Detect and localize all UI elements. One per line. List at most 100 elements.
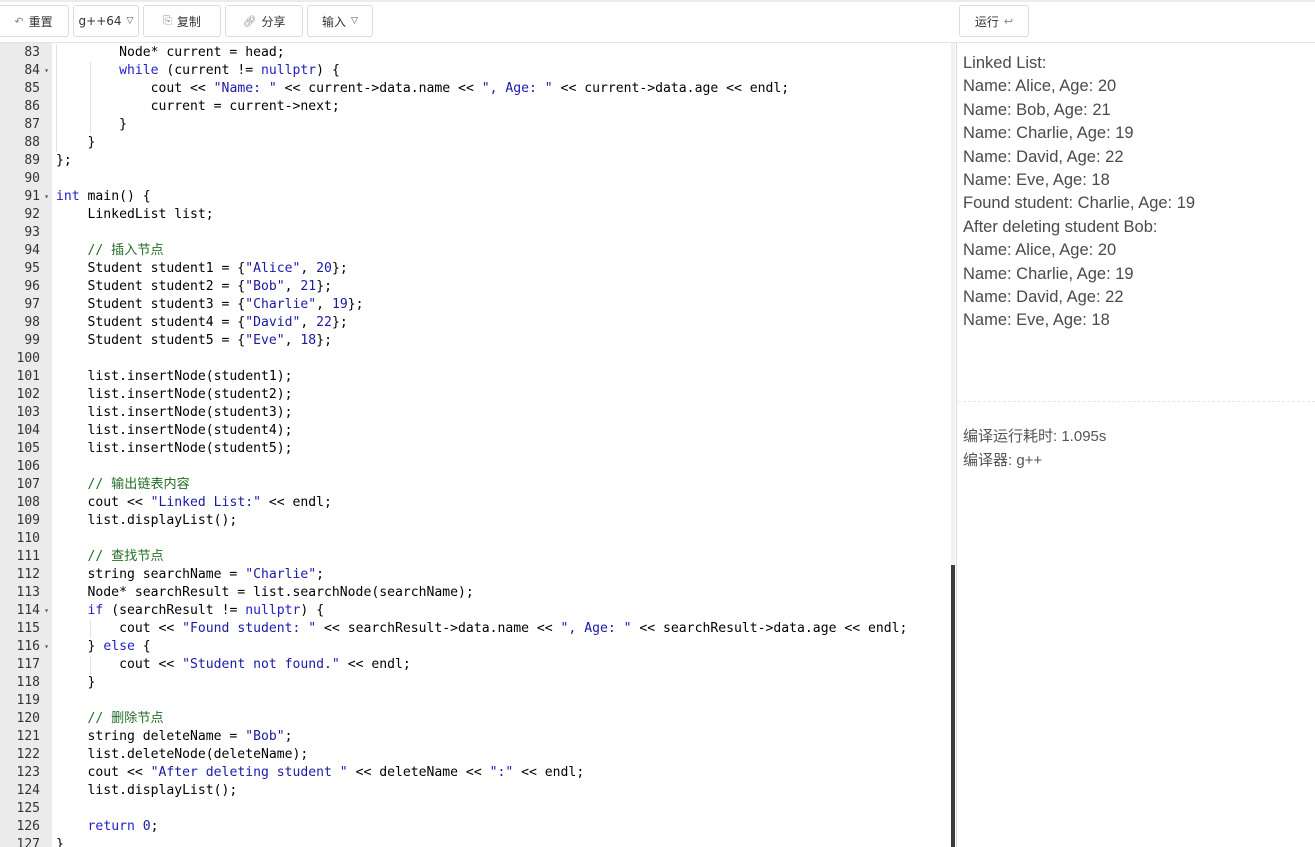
- code-line: list.insertNode(student5);: [56, 440, 293, 458]
- fold-toggle-icon[interactable]: ▾: [44, 638, 49, 656]
- code-token: ,: [284, 279, 301, 294]
- code-token: << current->data.age << endl;: [552, 81, 790, 96]
- input-label: 输入: [322, 14, 347, 29]
- line-number: 113: [0, 584, 52, 602]
- line-number: 112: [0, 566, 52, 584]
- code-token: "Bob": [245, 729, 285, 744]
- line-number-text: 113: [16, 585, 40, 600]
- code-token: LinkedList list;: [56, 207, 214, 222]
- code-token: };: [347, 297, 364, 312]
- line-number: 103: [0, 404, 52, 422]
- line-number: 101: [0, 368, 52, 386]
- share-button[interactable]: 🔗︎ 分享: [225, 5, 303, 37]
- compile-time-text: 编译运行耗时: 1.095s: [963, 428, 1107, 445]
- line-number: 100: [0, 350, 52, 368]
- code-line: }: [56, 116, 127, 134]
- line-number: 118: [0, 674, 52, 692]
- code-token: Student student3 = {: [56, 297, 246, 312]
- output-line: Name: Charlie, Age: 19: [963, 124, 1134, 143]
- line-number-text: 125: [16, 801, 40, 816]
- code-line: list.insertNode(student4);: [56, 422, 293, 440]
- code-token: string searchName =: [56, 567, 246, 582]
- line-number-text: 106: [16, 459, 40, 474]
- code-token: ;: [150, 819, 159, 834]
- fold-toggle-icon[interactable]: ▾: [44, 602, 49, 620]
- line-number: 89: [0, 152, 52, 170]
- line-number-text: 102: [16, 387, 40, 402]
- line-number: 97: [0, 296, 52, 314]
- code-token: };: [316, 279, 332, 294]
- line-number-text: 98: [24, 315, 40, 330]
- code-token: }: [56, 837, 64, 847]
- line-number-text: 94: [24, 243, 40, 258]
- code-token: 0: [142, 819, 151, 834]
- compiler-info-text: 编译器: g++: [963, 452, 1043, 469]
- fold-toggle-icon[interactable]: ▾: [44, 62, 49, 80]
- code-token: // 输出链表内容: [56, 477, 190, 492]
- code-token: ,: [300, 261, 317, 276]
- panel-divider[interactable]: [956, 43, 957, 847]
- line-number-text: 105: [16, 441, 40, 456]
- code-line: cout << "Linked List:" << endl;: [56, 494, 332, 512]
- line-number: 91 ▾: [0, 188, 52, 206]
- code-area[interactable]: Node* current = head; while (current != …: [56, 43, 951, 847]
- code-token: // 插入节点: [56, 243, 164, 258]
- code-token: list.displayList();: [56, 783, 238, 798]
- code-line: list.insertNode(student2);: [56, 386, 293, 404]
- code-line: // 删除节点: [56, 710, 164, 728]
- code-token: Student student5 = {: [56, 333, 246, 348]
- line-number-text: 101: [16, 369, 40, 384]
- line-number-gutter: 83 84 ▾ 85 86 87 88 89 90 91 ▾ 92 93 94 95 96 97 98 99 100 1…: [0, 43, 52, 847]
- line-number: 96: [0, 278, 52, 296]
- run-button[interactable]: 运行 ↩: [959, 5, 1029, 37]
- reset-button[interactable]: ↶ 重置: [0, 5, 69, 37]
- code-line: Student student1 = {"Alice", 20};: [56, 260, 348, 278]
- code-token: Node* current = head;: [56, 45, 285, 60]
- line-number-text: 119: [16, 693, 40, 708]
- output-line: Name: Eve, Age: 18: [963, 311, 1110, 330]
- code-token: ":": [489, 765, 514, 780]
- line-number-text: 121: [16, 729, 40, 744]
- line-number: 102: [0, 386, 52, 404]
- code-token: ) {: [316, 63, 340, 78]
- line-number-text: 83: [24, 45, 40, 60]
- code-token: << current->data.name <<: [276, 81, 482, 96]
- run-label: 运行: [974, 14, 999, 29]
- line-number: 111: [0, 548, 52, 566]
- code-line: Student student2 = {"Bob", 21};: [56, 278, 332, 296]
- line-number: 110: [0, 530, 52, 548]
- code-token: ", Age: ": [481, 81, 553, 96]
- code-token: ,: [300, 315, 317, 330]
- line-number: 122: [0, 746, 52, 764]
- indent-guide: [90, 62, 91, 134]
- code-token: }: [56, 117, 127, 132]
- code-token: }: [56, 135, 96, 150]
- output-line: Name: Bob, Age: 21: [963, 100, 1111, 119]
- line-number-text: 103: [16, 405, 40, 420]
- line-number: 126: [0, 818, 52, 836]
- line-number-text: 90: [24, 171, 40, 186]
- line-number-text: 96: [24, 279, 40, 294]
- line-number-text: 104: [16, 423, 40, 438]
- scrollbar-thumb[interactable]: [951, 565, 955, 847]
- code-token: string deleteName =: [56, 729, 246, 744]
- output-line: Name: David, Age: 22: [963, 147, 1124, 166]
- copy-button[interactable]: ⎘ 复制: [143, 5, 221, 37]
- line-number-text: 114: [16, 603, 40, 618]
- input-button[interactable]: 输入 ▽: [307, 5, 373, 37]
- code-token: Node* searchResult = list.searchNode(sea…: [56, 585, 474, 600]
- fold-toggle-icon[interactable]: ▾: [44, 188, 49, 206]
- line-number: 121: [0, 728, 52, 746]
- indent-guide: [90, 656, 91, 674]
- compiler-select[interactable]: g++64 ▽: [73, 5, 139, 37]
- line-number: 116 ▾: [0, 638, 52, 656]
- editor-scrollbar[interactable]: [951, 43, 955, 847]
- code-line: Node* searchResult = list.searchNode(sea…: [56, 584, 474, 602]
- code-token: "Linked List:": [150, 495, 261, 510]
- code-token: ;: [316, 567, 325, 582]
- code-token: "Alice": [245, 261, 301, 276]
- code-editor[interactable]: 83 84 ▾ 85 86 87 88 89 90 91 ▾ 92 93 94 95 96 97 98 99 100 1…: [0, 43, 951, 847]
- line-number: 119: [0, 692, 52, 710]
